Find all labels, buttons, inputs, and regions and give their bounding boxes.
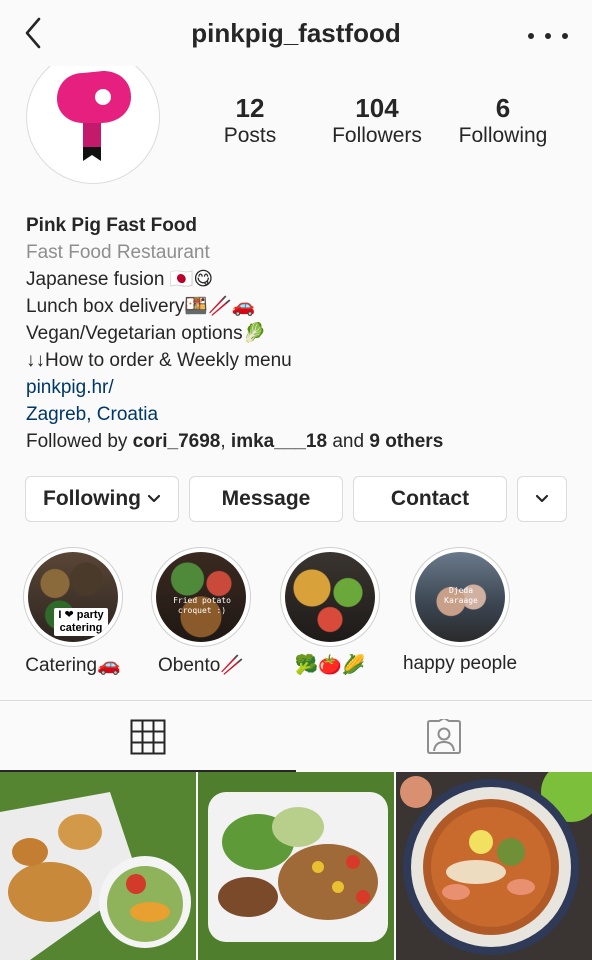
profile-tabs bbox=[0, 700, 592, 772]
suggested-dropdown-button[interactable] bbox=[517, 476, 567, 522]
post-image bbox=[198, 772, 394, 960]
followed-by: Followed by cori_7698, imka___18 and 9 o… bbox=[26, 431, 444, 452]
message-button[interactable]: Message bbox=[189, 476, 343, 522]
highlight-happy-people[interactable]: Djeda Karaage happy people bbox=[400, 547, 520, 675]
posts-label: Posts bbox=[223, 124, 277, 147]
message-button-label: Message bbox=[221, 487, 311, 510]
chevron-down-icon bbox=[147, 494, 161, 503]
contact-button[interactable]: Contact bbox=[353, 476, 507, 522]
location: Zagreb, Croatia bbox=[26, 404, 159, 425]
back-button[interactable] bbox=[18, 14, 48, 52]
highlight-label: Catering🚗 bbox=[25, 655, 121, 676]
highlight-catering[interactable]: I ❤ party catering Catering🚗 bbox=[13, 547, 133, 677]
chevron-down-icon bbox=[535, 494, 549, 503]
follower-link[interactable]: imka___18 bbox=[231, 431, 327, 452]
chevron-left-icon bbox=[25, 17, 41, 49]
post-thumbnail[interactable] bbox=[0, 772, 196, 960]
posts-stat[interactable]: 12 Posts bbox=[190, 94, 310, 150]
highlight-overlay-text: Fried potato croquet :) bbox=[173, 596, 231, 615]
post-image bbox=[0, 772, 196, 960]
highlight-vegetables[interactable]: 🥦🍅🌽 bbox=[270, 547, 390, 677]
tagged-person-icon bbox=[427, 718, 461, 754]
contact-button-label: Contact bbox=[390, 487, 470, 510]
pink-pig-logo bbox=[57, 71, 131, 161]
bio-line: Vegan/Vegetarian options🥬 bbox=[26, 323, 267, 344]
following-count: 6 bbox=[495, 93, 511, 123]
website-link[interactable]: pinkpig.hr/ bbox=[26, 374, 566, 401]
post-thumbnail[interactable] bbox=[198, 772, 394, 960]
post-grid bbox=[0, 772, 592, 960]
top-bar: pinkpig_fastfood bbox=[0, 0, 592, 66]
highlight-cover: I ❤ party catering bbox=[28, 552, 118, 642]
more-options-button[interactable] bbox=[528, 28, 568, 44]
post-thumbnail[interactable] bbox=[396, 772, 592, 960]
highlight-cover bbox=[285, 552, 375, 642]
profile-display-name: Pink Pig Fast Food bbox=[26, 215, 198, 236]
followers-stat[interactable]: 104 Followers bbox=[317, 94, 437, 150]
profile-category: Fast Food Restaurant bbox=[26, 242, 210, 263]
following-stat[interactable]: 6 Following bbox=[443, 94, 563, 150]
posts-count: 12 bbox=[235, 93, 265, 123]
highlight-overlay-text: Djeda Karaage bbox=[444, 586, 478, 605]
tab-tagged[interactable] bbox=[296, 701, 592, 772]
highlight-label: happy people bbox=[402, 653, 518, 674]
profile-avatar[interactable] bbox=[24, 66, 162, 188]
tab-grid[interactable] bbox=[0, 701, 296, 772]
highlight-obento[interactable]: Fried potato croquet :) Obento🥢 bbox=[141, 547, 261, 677]
profile-username: pinkpig_fastfood bbox=[191, 18, 401, 48]
bio-line: Japanese fusion 🇯🇵😋 bbox=[26, 269, 214, 290]
followers-count: 104 bbox=[355, 93, 399, 123]
following-button[interactable]: Following bbox=[25, 476, 179, 522]
followers-others-link[interactable]: 9 others bbox=[369, 431, 443, 452]
highlight-label: Obento🥢 bbox=[158, 655, 244, 676]
bio-line: Lunch box delivery🍱🥢🚗 bbox=[26, 296, 256, 317]
location-city-link[interactable]: Zagreb bbox=[26, 404, 86, 425]
following-label: Following bbox=[458, 124, 548, 147]
post-image bbox=[396, 772, 592, 960]
more-dots-icon bbox=[528, 33, 534, 39]
following-button-label: Following bbox=[43, 487, 141, 510]
bio-line: ↓↓How to order & Weekly menu bbox=[26, 350, 292, 371]
highlight-cover: Djeda Karaage bbox=[415, 552, 505, 642]
highlight-overlay-text: I ❤ party catering bbox=[54, 608, 108, 636]
location-country-link[interactable]: Croatia bbox=[97, 404, 158, 425]
profile-bio: Pink Pig Fast Food Fast Food Restaurant … bbox=[26, 212, 566, 455]
grid-icon bbox=[130, 719, 166, 754]
followers-label: Followers bbox=[332, 124, 422, 147]
follower-link[interactable]: cori_7698 bbox=[133, 431, 221, 452]
highlight-cover: Fried potato croquet :) bbox=[156, 552, 246, 642]
highlight-label: 🥦🍅🌽 bbox=[294, 655, 366, 676]
